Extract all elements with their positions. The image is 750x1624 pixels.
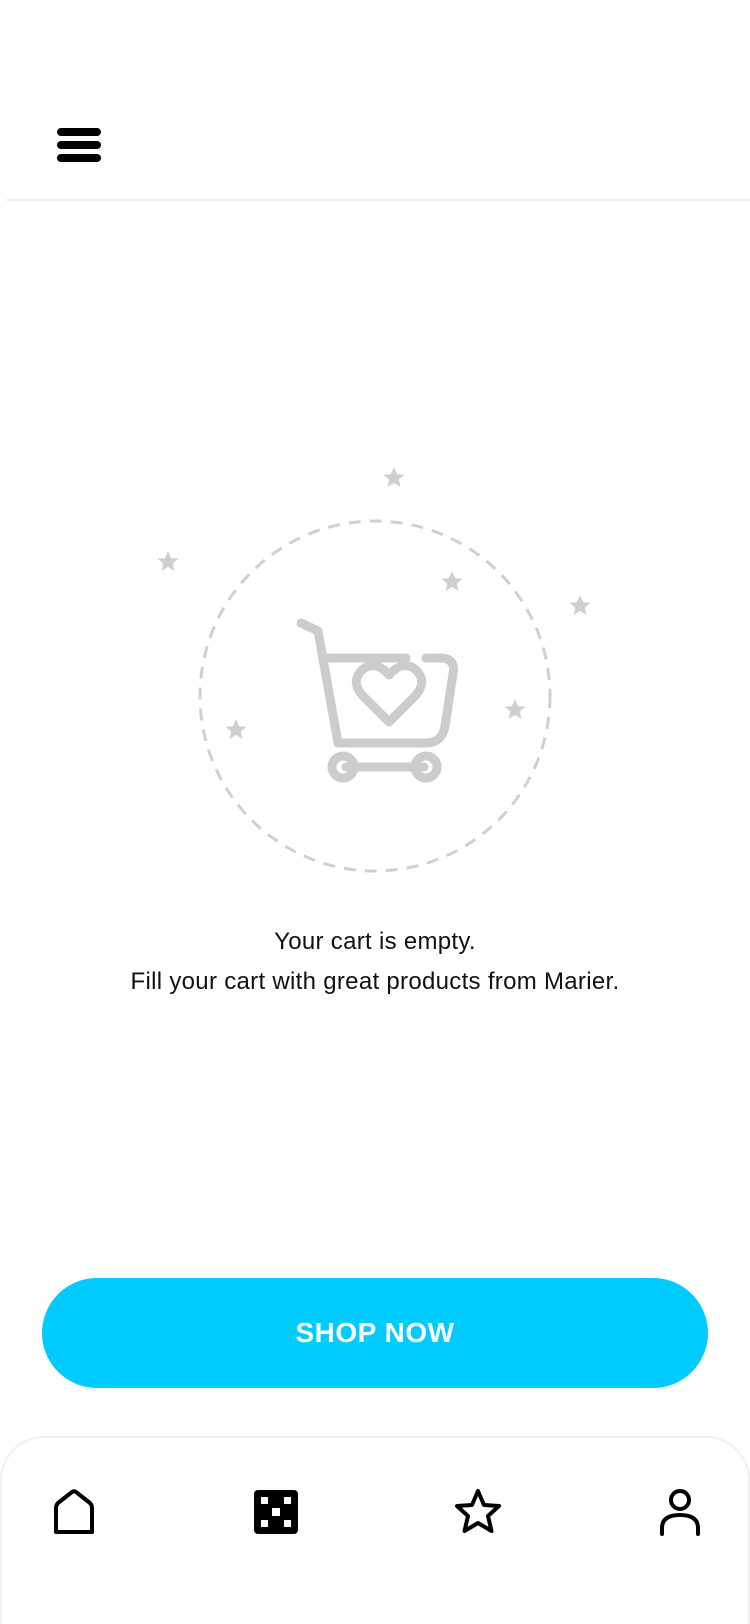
shopping-cart-heart-icon: [157, 467, 591, 873]
empty-cart-title: Your cart is empty.: [274, 928, 476, 955]
menu-icon-bar: [57, 154, 101, 162]
star-icon: [383, 467, 405, 487]
nav-home[interactable]: [48, 1486, 100, 1538]
star-icon: [455, 1489, 501, 1533]
empty-cart-message: Your cart is empty. Fill your cart with …: [0, 922, 750, 1002]
nav-categories[interactable]: [250, 1486, 302, 1538]
bottom-nav: [0, 1436, 750, 1624]
menu-button[interactable]: [55, 125, 103, 165]
star-icon: [225, 719, 247, 739]
dashed-circle: [198, 519, 552, 873]
menu-icon-bar: [57, 141, 101, 149]
empty-cart-subtitle: Fill your cart with great products from …: [130, 968, 620, 995]
empty-cart-illustration: [0, 460, 750, 880]
star-icon: [441, 571, 463, 591]
header: [0, 0, 750, 200]
star-icon: [569, 595, 591, 615]
nav-profile[interactable]: [654, 1486, 706, 1538]
cart-icon: [296, 618, 458, 783]
home-icon: [54, 1489, 94, 1534]
user-icon: [660, 1489, 700, 1536]
grid-icon: [254, 1490, 298, 1534]
star-icon: [157, 551, 179, 571]
star-icon: [504, 699, 526, 719]
shop-now-button[interactable]: SHOP NOW: [42, 1278, 708, 1388]
menu-icon-bar: [57, 128, 101, 136]
nav-favorites[interactable]: [452, 1486, 504, 1538]
decorative-stars: [157, 467, 591, 739]
header-divider: [6, 199, 750, 201]
